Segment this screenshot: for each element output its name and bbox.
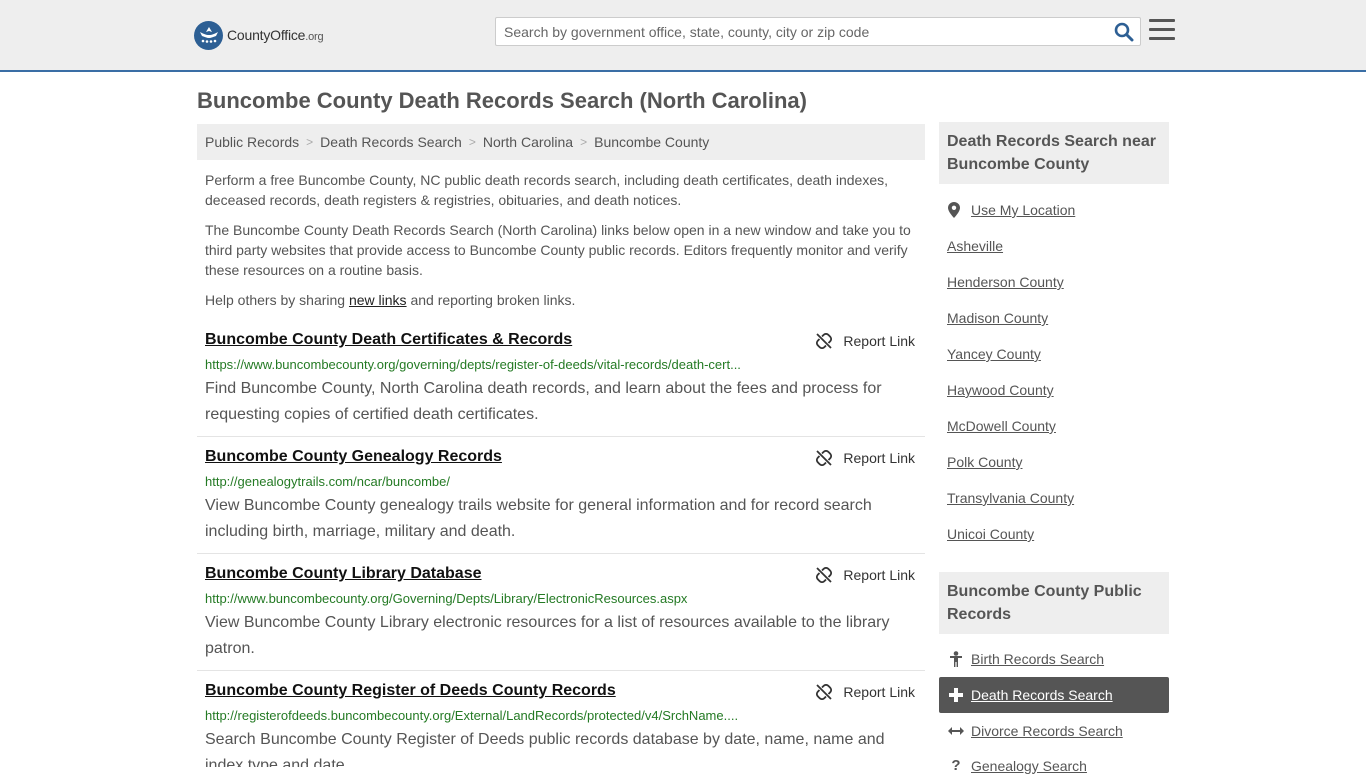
logo-text-tld: .org [305,31,324,43]
sidebar-item-henderson-county[interactable]: Henderson County [947,274,1064,290]
result-description: View Buncombe County genealogy trails we… [205,497,872,540]
result-description: View Buncombe County Library electronic … [205,614,890,657]
report-link-button[interactable]: Report Link [816,567,915,583]
sidebar-item-yancey-county[interactable]: Yancey County [947,346,1041,362]
report-link-button[interactable]: Report Link [816,333,915,349]
page-title: Buncombe County Death Records Search (No… [197,88,807,113]
intro-text: Help others by sharing [205,292,349,308]
sidebar-item-divorce-records[interactable]: Divorce Records Search [947,723,1123,739]
broken-link-icon [816,684,833,700]
sidebar-item-polk-county[interactable]: Polk County [947,454,1022,470]
report-link-button[interactable]: Report Link [816,450,915,466]
hamburger-menu-button[interactable] [1149,19,1175,43]
menu-bar-icon [1149,28,1175,31]
broken-link-icon [816,333,833,349]
search-box [495,17,1141,46]
sidebar-item-asheville[interactable]: Asheville [947,238,1003,254]
result-description: Search Buncombe County Register of Deeds… [205,731,885,767]
sidebar-item-unicoi-county[interactable]: Unicoi County [947,526,1034,542]
broken-link-icon [816,567,833,583]
breadcrumb-separator-icon: > [468,135,476,149]
site-logo[interactable]: CountyOffice.org [194,20,324,50]
sidebar-item-death-records[interactable]: Death Records Search [939,677,1169,713]
sidebar-item-transylvania-county[interactable]: Transylvania County [947,490,1074,506]
breadcrumb: Public Records > Death Records Search > … [197,124,925,160]
search-icon [1114,22,1134,42]
menu-bar-icon [1149,19,1175,22]
use-my-location-label: Use My Location [971,202,1076,218]
sidebar-item-mcdowell-county[interactable]: McDowell County [947,418,1056,434]
breadcrumb-public-records[interactable]: Public Records [205,134,299,150]
result-title-link[interactable]: Buncombe County Register of Deeds County… [205,682,616,700]
logo-text-main: CountyOffice [227,27,306,43]
sidebar-item-label: Divorce Records Search [971,723,1123,739]
result-divider [197,436,925,437]
intro-text: and reporting broken links. [406,292,576,308]
report-link-label: Report Link [843,567,915,583]
menu-bar-icon [1149,37,1175,40]
broken-link-icon [816,450,833,466]
intro-paragraph-2: The Buncombe County Death Records Search… [205,222,911,278]
sidebar-item-madison-county[interactable]: Madison County [947,310,1048,326]
result-title-link[interactable]: Buncombe County Genealogy Records [205,448,502,466]
sidebar-item-genealogy-search[interactable]: ? Genealogy Search [947,757,1087,774]
question-icon: ? [951,757,961,774]
breadcrumb-separator-icon: > [580,135,588,149]
result-title-link[interactable]: Buncombe County Death Certificates & Rec… [205,331,572,349]
result-url[interactable]: http://www.buncombecounty.org/Governing/… [205,591,785,606]
sidebar-nearby-heading: Death Records Search near Buncombe Count… [939,122,1169,184]
person-icon [947,651,965,667]
result-divider [197,553,925,554]
map-pin-icon [947,202,961,218]
sidebar-item-haywood-county[interactable]: Haywood County [947,382,1054,398]
result-description: Find Buncombe County, North Carolina dea… [205,380,882,423]
result-url[interactable]: http://genealogytrails.com/ncar/buncombe… [205,474,785,489]
report-link-label: Report Link [843,450,915,466]
arrows-icon [947,726,965,736]
search-button[interactable] [1114,22,1134,42]
breadcrumb-buncombe-county[interactable]: Buncombe County [594,134,709,150]
intro-paragraph-3: Help others by sharing new links and rep… [205,290,917,310]
logo-text: CountyOffice.org [227,27,324,43]
use-my-location-link[interactable]: Use My Location [947,202,1075,218]
sidebar-public-records-heading: Buncombe County Public Records [939,572,1169,634]
cross-icon [947,688,965,702]
report-link-label: Report Link [843,333,915,349]
breadcrumb-death-records-search[interactable]: Death Records Search [320,134,462,150]
breadcrumb-separator-icon: > [306,135,314,149]
result-title-link[interactable]: Buncombe County Library Database [205,565,482,583]
sidebar-item-label: Genealogy Search [971,757,1087,774]
search-input[interactable] [496,18,1106,45]
intro-paragraph-1: Perform a free Buncombe County, NC publi… [205,172,888,208]
logo-badge-icon [194,20,223,50]
new-links-link[interactable]: new links [349,292,407,308]
breadcrumb-north-carolina[interactable]: North Carolina [483,134,573,150]
sidebar-item-label: Death Records Search [971,687,1113,703]
sidebar-item-birth-records[interactable]: Birth Records Search [947,651,1104,667]
report-link-button[interactable]: Report Link [816,684,915,700]
result-divider [197,670,925,671]
sidebar-item-label: Birth Records Search [971,651,1105,667]
result-url[interactable]: http://registerofdeeds.buncombecounty.or… [205,708,785,723]
report-link-label: Report Link [843,684,915,700]
site-header: CountyOffice.org [0,0,1366,72]
result-url[interactable]: https://www.buncombecounty.org/governing… [205,357,785,372]
